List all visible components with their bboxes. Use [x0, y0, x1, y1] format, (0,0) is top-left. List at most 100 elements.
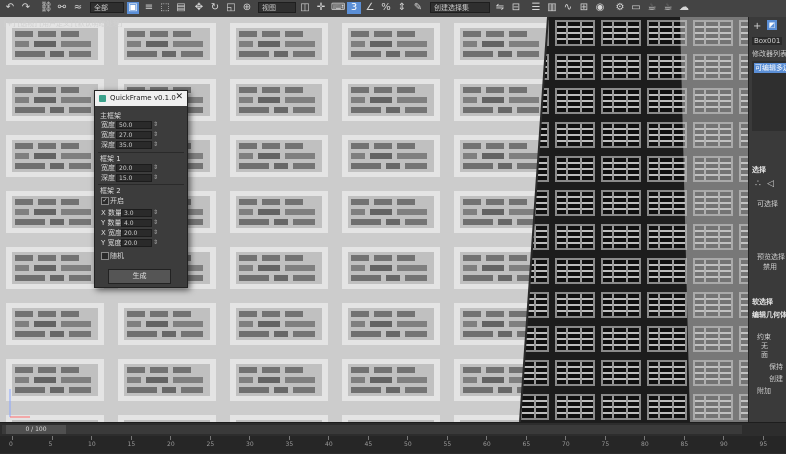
stack-item-editable-poly[interactable]: 可编辑多边形	[754, 63, 786, 73]
edit-geometry-header[interactable]: 编辑几何体	[752, 310, 786, 320]
keep-uv-checkbox[interactable]: 保持	[769, 362, 783, 372]
timeline-tick	[407, 436, 408, 440]
soft-selection-header[interactable]: 软选择	[752, 297, 773, 307]
quickframe-dialog: QuickFrame v0.1.0 ✕ 主框架 宽度 50.0 ⇕ 宽度 2 2…	[94, 90, 188, 288]
redo-icon[interactable]: ↷	[20, 2, 32, 14]
spinner-icon[interactable]: ⇕	[153, 229, 158, 236]
rotate-icon[interactable]: ↻	[209, 2, 221, 14]
scale-icon[interactable]: ◱	[225, 2, 237, 14]
modifier-list-dropdown[interactable]: 修改器列表	[752, 49, 786, 59]
random-checkbox[interactable]	[101, 252, 109, 260]
window-crossing-icon[interactable]: ▤	[175, 2, 187, 14]
main-frame-width2-input[interactable]: 27.0	[116, 131, 152, 139]
frame1-depth-label: 深度	[101, 174, 115, 182]
modify-tab-icon[interactable]: ◩	[767, 20, 777, 30]
frame2-header: 框架 2	[100, 187, 121, 195]
preview-selection-label: 预览选择	[757, 253, 785, 261]
keyboard-shortcut-icon[interactable]: ⌨	[331, 2, 345, 14]
spinner-icon[interactable]: ⇕	[153, 239, 158, 246]
spinner-icon[interactable]: ⇕	[153, 209, 158, 216]
ribbon-icon[interactable]: ▥	[546, 2, 558, 14]
spinner-icon[interactable]: ⇕	[153, 174, 158, 181]
reference-coordinate-dropdown[interactable]: 视图	[258, 2, 296, 13]
timeline-tick-label: 40	[325, 441, 333, 448]
timeline-tick	[525, 436, 527, 440]
unlink-icon[interactable]: ⚯	[56, 2, 68, 14]
timeline-tick-label: 20	[167, 441, 175, 448]
material-editor-icon[interactable]: ◉	[594, 2, 606, 14]
select-object-icon[interactable]: ▣	[127, 2, 139, 14]
main-frame-depth-input[interactable]: 35.0	[116, 141, 152, 149]
render-iterative-icon[interactable]: ☕	[662, 2, 674, 14]
selection-rollout-header[interactable]: 选择	[752, 165, 766, 175]
timeline-tick	[12, 436, 13, 440]
create-tab-icon[interactable]: +	[753, 21, 761, 32]
render-online-icon[interactable]: ☁	[678, 2, 690, 14]
timeline-tick	[288, 436, 290, 440]
pivot-icon[interactable]: ◫	[299, 2, 311, 14]
time-slider-track[interactable]: 0 / 100	[2, 425, 742, 434]
vertex-icon[interactable]: ∴	[755, 179, 761, 189]
selection-filter-dropdown[interactable]: 全部	[90, 2, 124, 13]
spinner-icon[interactable]: ⇕	[153, 131, 158, 138]
timeline-tick	[328, 436, 329, 440]
bind-icon[interactable]: ≈	[72, 2, 84, 14]
timeline: 0 / 100 0 5 10 15 20 25 30 35 40 45 50 55 60 65 70 75 80…	[0, 422, 786, 454]
layer-manager-icon[interactable]: ☰	[530, 2, 542, 14]
preview-disabled-option[interactable]: 禁用	[763, 262, 777, 272]
generate-button[interactable]: 生成	[108, 269, 171, 284]
object-name-field[interactable]: Box001	[752, 37, 783, 45]
select-manipulate-icon[interactable]: ✛	[315, 2, 327, 14]
timeline-tick	[486, 436, 487, 440]
timeline-tick-label: 10	[88, 441, 96, 448]
main-frame-width-input[interactable]: 50.0	[116, 121, 152, 129]
edge-icon[interactable]: ◁	[767, 179, 774, 189]
create-button[interactable]: 创建	[769, 374, 783, 384]
frame2-y-width-label: Y 宽度	[101, 239, 122, 247]
mirror-icon[interactable]: ⇋	[494, 2, 506, 14]
frame2-y-count-input[interactable]: 4.0	[121, 219, 152, 227]
timeline-tick-label: 70	[562, 441, 570, 448]
spinner-icon[interactable]: ⇕	[153, 164, 158, 171]
frame1-depth-input[interactable]: 15.0	[116, 174, 152, 182]
timeline-ruler[interactable]: 0 5 10 15 20 25 30 35 40 45 50 55 60 65 70 75 80 85 90 95	[0, 436, 786, 453]
frame2-x-count-input[interactable]: 3.0	[121, 209, 152, 217]
render-production-icon[interactable]: ☕	[646, 2, 658, 14]
frame1-width-input[interactable]: 20.0	[116, 164, 152, 172]
frame2-x-width-input[interactable]: 20.0	[121, 229, 152, 237]
timeline-tick-label: 60	[483, 441, 491, 448]
spinner-icon[interactable]: ⇕	[153, 219, 158, 226]
spinner-icon[interactable]: ⇕	[153, 141, 158, 148]
move-icon[interactable]: ✥	[193, 2, 205, 14]
place-icon[interactable]: ⊕	[241, 2, 253, 14]
angle-snap-icon[interactable]: ∠	[364, 2, 376, 14]
frame2-y-count-label: Y 数量	[101, 219, 122, 227]
attach-button[interactable]: 附加	[757, 386, 771, 396]
curve-editor-icon[interactable]: ∿	[562, 2, 574, 14]
timeline-tick	[91, 436, 92, 440]
constraint-face-radio[interactable]: 面	[761, 350, 768, 360]
undo-icon[interactable]: ↶	[4, 2, 16, 14]
close-icon[interactable]: ✕	[175, 92, 183, 102]
link-icon[interactable]: ⛓	[40, 2, 53, 14]
select-by-name-icon[interactable]: ≡	[143, 2, 155, 14]
rectangle-selection-icon[interactable]: ⬚	[159, 2, 171, 14]
frame2-enable-checkbox[interactable]: ✓	[101, 197, 109, 205]
render-setup-icon[interactable]: ⚙	[614, 2, 626, 14]
timeline-tick-label: 80	[641, 441, 649, 448]
viewport-label[interactable]: [+] [透视] [用户定义] [默认明暗处理]	[4, 19, 122, 29]
named-selection-dropdown[interactable]: 创建选择集	[430, 2, 490, 13]
quickframe-logo-icon	[99, 95, 106, 102]
snap-toggle-icon[interactable]: 3	[347, 2, 361, 14]
rendered-frame-icon[interactable]: ▭	[630, 2, 642, 14]
edit-named-selection-icon[interactable]: ✎	[412, 2, 424, 14]
align-icon[interactable]: ⊟	[510, 2, 522, 14]
dialog-titlebar[interactable]: QuickFrame v0.1.0 ✕	[95, 91, 187, 106]
time-slider-thumb[interactable]: 0 / 100	[6, 425, 66, 434]
timeline-tick	[723, 436, 724, 440]
spinner-icon[interactable]: ⇕	[153, 121, 158, 128]
percent-snap-icon[interactable]: %	[380, 2, 392, 14]
frame2-y-width-input[interactable]: 20.0	[121, 239, 152, 247]
schematic-view-icon[interactable]: ⊞	[578, 2, 590, 14]
spinner-snap-icon[interactable]: ⇕	[396, 2, 408, 14]
